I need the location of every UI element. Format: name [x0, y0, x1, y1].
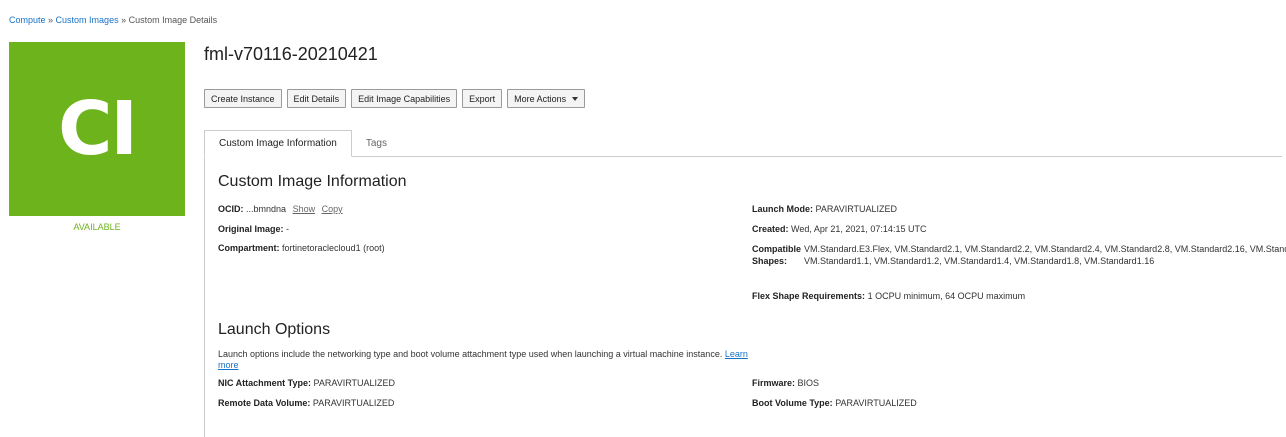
remote-data-volume-label: Remote Data Volume: [218, 398, 311, 408]
section-heading-launch: Launch Options [218, 321, 331, 338]
edit-details-button[interactable]: Edit Details [286, 89, 347, 108]
boot-volume-value: PARAVIRTUALIZED [835, 398, 917, 408]
tab-bar: Custom Image Information Tags [204, 130, 401, 157]
image-badge: CI [9, 42, 185, 216]
firmware-row: Firmware: BIOS [752, 378, 819, 388]
launch-mode-value: PARAVIRTUALIZED [815, 204, 898, 214]
breadcrumb-current: Custom Image Details [128, 15, 218, 25]
boot-volume-row: Boot Volume Type: PARAVIRTUALIZED [752, 398, 917, 408]
created-value: Wed, Apr 21, 2021, 07:14:15 UTC [791, 224, 927, 234]
created-label: Created: [752, 224, 789, 234]
status-badge: AVAILABLE [73, 222, 121, 232]
create-instance-button[interactable]: Create Instance [204, 89, 282, 108]
nic-attachment-value: PARAVIRTUALIZED [313, 378, 396, 388]
launch-mode-label: Launch Mode: [752, 204, 813, 214]
action-toolbar: Create Instance Edit Details Edit Image … [204, 89, 586, 108]
compatible-shapes-label: Compatible Shapes: [752, 244, 802, 266]
firmware-value: BIOS [797, 378, 820, 388]
original-image-row: Original Image: - [218, 224, 289, 234]
compatible-shapes-value: VM.Standard.E3.Flex, VM.Standard2.1, VM.… [804, 244, 1286, 266]
remote-data-volume-row: Remote Data Volume: PARAVIRTUALIZED [218, 398, 394, 408]
caret-down-icon [572, 96, 579, 101]
nic-attachment-label: NIC Attachment Type: [218, 378, 312, 388]
tab-custom-image-information[interactable]: Custom Image Information [204, 130, 352, 157]
edit-image-capabilities-button[interactable]: Edit Image Capabilities [351, 89, 458, 108]
ocid-label: OCID: [218, 204, 244, 214]
breadcrumb-compute-link[interactable]: Compute [9, 15, 46, 25]
created-row: Created: Wed, Apr 21, 2021, 07:14:15 UTC [752, 224, 926, 234]
original-image-value: - [286, 224, 290, 234]
ocid-show-link[interactable]: Show [293, 204, 316, 214]
launch-mode-row: Launch Mode: PARAVIRTUALIZED [752, 204, 897, 214]
compartment-row: Compartment: fortinetoraclecloud1 (root) [218, 243, 385, 253]
more-actions-button[interactable]: More Actions [507, 89, 586, 108]
flex-shape-label: Flex Shape Requirements: [752, 291, 866, 301]
more-actions-label: More Actions [514, 93, 567, 104]
ocid-value: ...bmndna [246, 204, 287, 214]
launch-options-description: Launch options include the networking ty… [218, 349, 748, 371]
launch-description-text: Launch options include the networking ty… [218, 349, 723, 359]
boot-volume-label: Boot Volume Type: [752, 398, 833, 408]
breadcrumb: Compute » Custom Images » Custom Image D… [9, 15, 217, 25]
breadcrumb-custom-images-link[interactable]: Custom Images [56, 15, 119, 25]
ocid-copy-link[interactable]: Copy [322, 204, 343, 214]
flex-shape-value: 1 OCPU minimum, 64 OCPU maximum [867, 291, 1026, 301]
remote-data-volume-value: PARAVIRTUALIZED [312, 398, 395, 408]
breadcrumb-separator: » [118, 15, 129, 25]
breadcrumb-separator: » [45, 15, 56, 25]
page-title: fml-v70116-20210421 [204, 44, 378, 64]
tab-tags[interactable]: Tags [352, 130, 401, 156]
original-image-label: Original Image: [218, 224, 284, 234]
section-heading-info: Custom Image Information [218, 173, 407, 190]
firmware-label: Firmware: [752, 378, 796, 388]
image-badge-text: CI [58, 86, 138, 172]
export-button[interactable]: Export [462, 89, 503, 108]
ocid-row: OCID: ...bmndna Show Copy [218, 204, 343, 214]
nic-attachment-row: NIC Attachment Type: PARAVIRTUALIZED [218, 378, 395, 388]
flex-shape-row: Flex Shape Requirements: 1 OCPU minimum,… [752, 291, 1025, 301]
compartment-value: fortinetoraclecloud1 (root) [282, 243, 385, 253]
compatible-shapes-row: Compatible Shapes: VM.Standard.E3.Flex, … [752, 243, 1286, 267]
content-left-border [204, 156, 205, 437]
compartment-label: Compartment: [218, 243, 280, 253]
